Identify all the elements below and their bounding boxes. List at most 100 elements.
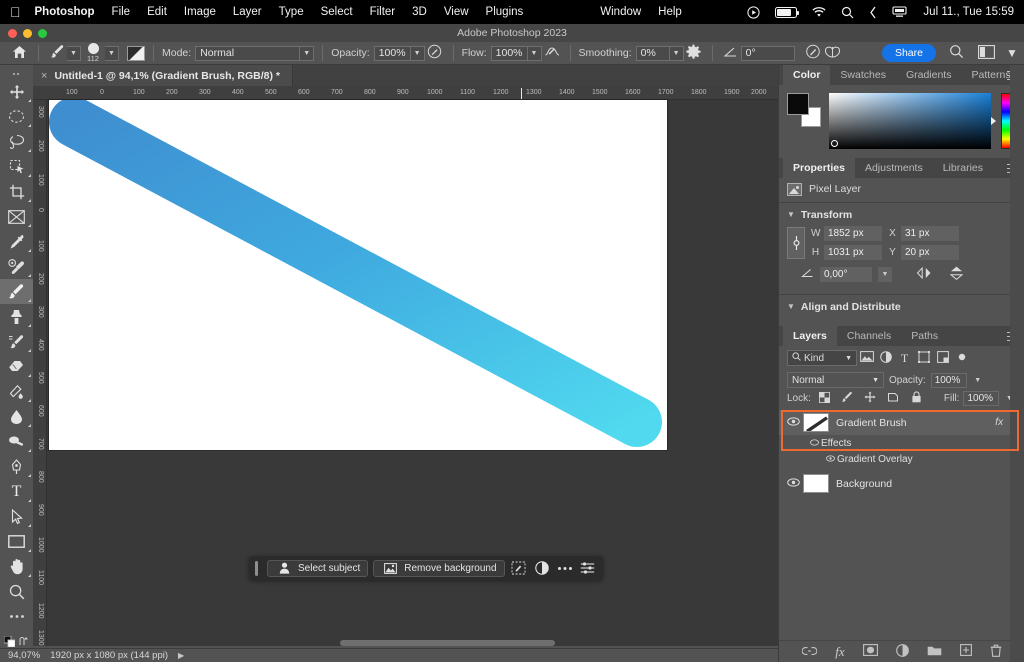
tab-color[interactable]: Color — [783, 65, 830, 85]
tab-libraries[interactable]: Libraries — [933, 158, 993, 178]
menu-plugins[interactable]: Plugins — [486, 6, 524, 18]
move-tool[interactable] — [0, 79, 33, 104]
canvas-horizontal-scrollbar[interactable] — [47, 640, 778, 646]
select-subject-button[interactable]: Select subject — [267, 560, 368, 577]
dodge-tool[interactable] — [0, 429, 33, 454]
menu-layer[interactable]: Layer — [233, 6, 262, 18]
pressure-for-size-icon[interactable] — [803, 44, 823, 62]
lock-image-pixels-icon[interactable] — [838, 391, 857, 406]
flip-vertical-icon[interactable] — [950, 265, 963, 284]
tab-gradients[interactable]: Gradients — [896, 65, 962, 85]
eye-icon[interactable] — [823, 455, 837, 464]
chevron-down-icon[interactable]: ▼ — [1006, 46, 1016, 60]
symmetry-butterfly-icon[interactable] — [823, 45, 843, 62]
filter-smart-object-icon[interactable] — [933, 351, 952, 366]
tab-properties[interactable]: Properties — [783, 158, 855, 178]
more-options-icon[interactable] — [556, 566, 574, 571]
add-layer-mask-icon[interactable] — [863, 644, 878, 659]
filter-kind-select[interactable]: Kind ▼ — [787, 350, 857, 366]
default-colors-icon[interactable] — [4, 636, 15, 647]
screen-share-icon[interactable] — [892, 6, 907, 18]
layer-name[interactable]: Gradient Brush — [836, 417, 907, 429]
workspace-layout-icon[interactable] — [976, 45, 996, 62]
new-layer-icon[interactable] — [960, 644, 972, 659]
link-dimensions-icon[interactable] — [787, 227, 805, 259]
history-brush-tool[interactable] — [0, 329, 33, 354]
smoothing-input[interactable]: 0% — [636, 46, 670, 61]
swap-colors-icon[interactable] — [18, 636, 29, 647]
brush-preset-chevron-icon[interactable]: ▼ — [67, 46, 81, 61]
hand-tool[interactable] — [0, 554, 33, 579]
toolbar-settings-icon[interactable] — [579, 561, 597, 575]
new-group-icon[interactable] — [927, 645, 942, 659]
control-center-play-icon[interactable] — [747, 6, 760, 19]
wifi-icon[interactable] — [812, 7, 826, 18]
white-layer-thumbnail[interactable] — [803, 474, 829, 493]
drag-grip-icon[interactable] — [255, 561, 258, 576]
rectangle-tool[interactable] — [0, 529, 33, 554]
menu-image[interactable]: Image — [184, 6, 216, 18]
new-adjustment-layer-icon[interactable] — [896, 644, 909, 660]
object-selection-tool[interactable] — [0, 154, 33, 179]
home-icon[interactable] — [8, 45, 30, 62]
eraser-tool[interactable] — [0, 354, 33, 379]
layer-row-gradient-brush[interactable]: Gradient Brush fx ▲ — [779, 410, 1024, 435]
layer-style-fx-icon[interactable]: fx — [995, 417, 1009, 428]
menu-bar-clock[interactable]: Jul 11., Tue 15:59 — [923, 6, 1014, 18]
tab-channels[interactable]: Channels — [837, 326, 901, 346]
blur-tool[interactable] — [0, 404, 33, 429]
apple-icon[interactable]:  — [10, 5, 21, 19]
lasso-tool[interactable] — [0, 129, 33, 154]
chevron-down-icon[interactable]: ▼ — [972, 373, 984, 388]
menu-view[interactable]: View — [444, 6, 469, 18]
layer-fill-input[interactable]: 100% — [963, 391, 999, 406]
brush-tool[interactable] — [0, 279, 33, 304]
path-selection-tool[interactable] — [0, 504, 33, 529]
layer-effects-group[interactable]: Effects — [779, 435, 1024, 451]
tab-adjustments[interactable]: Adjustments — [855, 158, 933, 178]
type-tool[interactable]: T — [0, 479, 33, 504]
layer-effect-gradient-overlay[interactable]: Gradient Overlay — [779, 451, 1024, 467]
brush-preset-picker[interactable]: ▼ — [47, 42, 81, 65]
filter-shape-icon[interactable] — [914, 351, 933, 366]
opacity-input[interactable]: 100% — [374, 46, 411, 61]
menu-3d[interactable]: 3D — [412, 6, 427, 18]
width-input[interactable]: 1852 px — [824, 226, 882, 241]
mode-chevron-icon[interactable]: ▼ — [300, 46, 314, 61]
y-input[interactable]: 20 px — [901, 245, 959, 260]
blend-mode-select[interactable]: Normal ▼ — [787, 372, 884, 388]
height-input[interactable]: 1031 px — [824, 245, 882, 260]
frame-tool[interactable] — [0, 204, 33, 229]
menu-help[interactable]: Help — [658, 6, 682, 18]
color-picker-field[interactable] — [829, 93, 991, 149]
transform-selection-icon[interactable] — [510, 561, 528, 575]
tab-swatches[interactable]: Swatches — [830, 65, 896, 85]
artboard[interactable] — [49, 100, 667, 450]
color-panel-swatches[interactable] — [787, 93, 823, 127]
contextual-task-bar[interactable]: Select subject Remove background — [249, 556, 603, 580]
flow-chevron-icon[interactable]: ▼ — [528, 46, 542, 61]
remove-background-button[interactable]: Remove background — [373, 560, 504, 577]
menu-file[interactable]: File — [112, 6, 131, 18]
chevron-down-icon[interactable]: ▼ — [787, 302, 795, 311]
eyedropper-tool[interactable] — [0, 229, 33, 254]
filter-pixel-icon[interactable] — [857, 351, 876, 365]
tools-panel-grip[interactable] — [0, 69, 33, 79]
chevron-down-icon[interactable]: ▼ — [878, 267, 892, 282]
layer-row-background[interactable]: Background — [779, 471, 1024, 496]
tab-paths[interactable]: Paths — [901, 326, 948, 346]
menu-type[interactable]: Type — [279, 6, 304, 18]
menu-select[interactable]: Select — [321, 6, 353, 18]
foreground-color-swatch[interactable] — [787, 93, 809, 115]
gradient-layer-thumbnail[interactable] — [803, 413, 829, 432]
opacity-chevron-icon[interactable]: ▼ — [411, 46, 425, 61]
share-button[interactable]: Share — [882, 44, 936, 62]
spot-healing-brush-tool[interactable] — [0, 254, 33, 279]
document-tab[interactable]: × Untitled-1 @ 94,1% (Gradient Brush, RG… — [33, 65, 293, 86]
menu-photoshop[interactable]: Photoshop — [35, 6, 95, 18]
vertical-ruler[interactable]: 300 200 100 0 100 200 300 400 500 600 70… — [33, 100, 47, 646]
eye-icon[interactable] — [783, 417, 803, 429]
zoom-tool[interactable] — [0, 579, 33, 604]
mode-select[interactable]: Normal — [195, 46, 300, 61]
spotlight-search-icon[interactable] — [841, 6, 854, 19]
